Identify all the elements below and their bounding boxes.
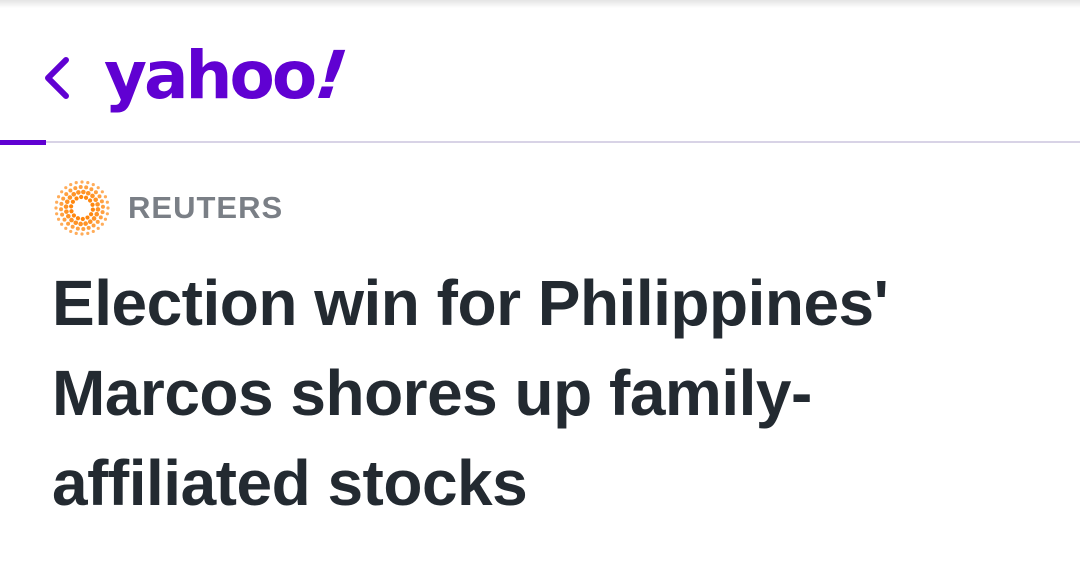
reuters-dot-ring-icon <box>54 180 110 236</box>
article-source[interactable]: REUTERS <box>52 178 283 238</box>
header-active-indicator <box>0 140 46 145</box>
app-header: yahoo! <box>0 0 1080 143</box>
yahoo-logo-text: yahoo <box>104 36 317 114</box>
source-name: REUTERS <box>128 190 284 225</box>
article-headline: Election win for Philippines' Marcos sho… <box>52 267 889 519</box>
yahoo-logo[interactable]: yahoo! <box>104 30 356 120</box>
chevron-left-icon <box>45 57 69 99</box>
back-button[interactable] <box>34 50 80 106</box>
